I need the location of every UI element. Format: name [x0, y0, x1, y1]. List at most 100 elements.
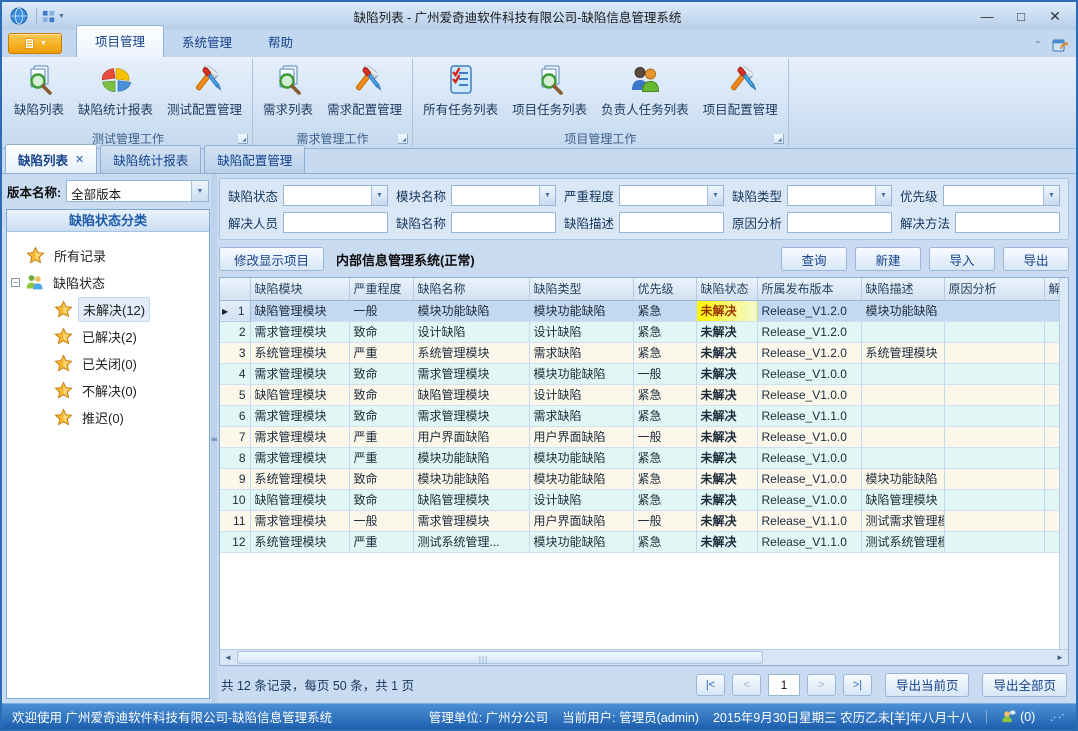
grid-cell[interactable]: 设计缺陷 — [529, 384, 633, 405]
grid-cell[interactable]: 缺陷管理模块 — [861, 489, 944, 510]
grid-cell[interactable]: 模块功能缺陷 — [413, 300, 529, 321]
filter-input[interactable] — [451, 212, 556, 233]
grid-cell[interactable]: 系统管理模块 — [250, 531, 349, 552]
grid-cell[interactable]: 用户界面缺陷 — [529, 426, 633, 447]
doc-tab-2[interactable]: 缺陷统计报表 — [100, 145, 201, 173]
grid-cell[interactable]: 致命 — [349, 468, 413, 489]
filter-input[interactable] — [283, 212, 388, 233]
grid-header-cell[interactable]: 所属发布版本 — [757, 278, 861, 300]
grid-cell[interactable]: 模块功能缺陷 — [413, 447, 529, 468]
ribbon-button[interactable]: 缺陷列表 — [7, 60, 71, 119]
grid-cell[interactable]: 需求管理模块 — [250, 426, 349, 447]
dialog-launcher-icon[interactable] — [774, 134, 784, 144]
grid-cell[interactable]: 需求缺陷 — [529, 342, 633, 363]
horizontal-scrollbar[interactable]: ◄ ||| ► — [220, 649, 1068, 665]
grid-row[interactable]: 7需求管理模块严重用户界面缺陷用户界面缺陷一般未解决Release_V1.0.0 — [220, 426, 1062, 447]
grid-row-header[interactable]: 8 — [220, 447, 250, 468]
grid-row[interactable]: 4需求管理模块致命需求管理模块模块功能缺陷一般未解决Release_V1.0.0 — [220, 363, 1062, 384]
grid-cell[interactable]: 设计缺陷 — [529, 489, 633, 510]
grid-cell[interactable]: 未解决 — [696, 384, 757, 405]
ribbon-button[interactable]: 项目任务列表 — [505, 60, 594, 119]
grid-row[interactable]: 2需求管理模块致命设计缺陷设计缺陷紧急未解决Release_V1.2.0 — [220, 321, 1062, 342]
grid-row[interactable]: 5缺陷管理模块致命缺陷管理模块设计缺陷紧急未解决Release_V1.0.0 — [220, 384, 1062, 405]
minimize-button[interactable]: — — [970, 5, 1004, 27]
grid-row-header[interactable]: ▶1 — [220, 300, 250, 321]
grid-cell[interactable]: 未解决 — [696, 405, 757, 426]
scrollbar-thumb[interactable]: ||| — [237, 651, 763, 664]
grid-cell[interactable]: 设计缺陷 — [529, 321, 633, 342]
ribbon-tab-2[interactable]: 系统管理 — [164, 27, 250, 57]
grid-row[interactable]: 8需求管理模块严重模块功能缺陷模块功能缺陷紧急未解决Release_V1.0.0 — [220, 447, 1062, 468]
quick-access-toolbar[interactable]: ▼ — [41, 9, 65, 24]
grid-row-header[interactable]: 12 — [220, 531, 250, 552]
grid-cell[interactable]: Release_V1.0.0 — [757, 447, 861, 468]
grid-cell[interactable]: 致命 — [349, 405, 413, 426]
grid-row-header[interactable]: 9 — [220, 468, 250, 489]
page-number-input[interactable]: 1 — [768, 674, 800, 696]
grid-cell[interactable]: 需求管理模块 — [250, 510, 349, 531]
grid-cell[interactable]: 需求管理模块 — [413, 363, 529, 384]
grid-cell[interactable]: Release_V1.1.0 — [757, 531, 861, 552]
grid-cell[interactable]: 紧急 — [633, 468, 696, 489]
grid-cell[interactable]: 需求管理模块 — [250, 321, 349, 342]
close-button[interactable]: ✕ — [1038, 5, 1072, 27]
grid-cell[interactable]: 缺陷管理模块 — [250, 300, 349, 321]
ribbon-button[interactable]: 测试配置管理 — [160, 60, 249, 119]
grid-cell[interactable]: 未解决 — [696, 321, 757, 342]
grid-cell[interactable]: 紧急 — [633, 531, 696, 552]
import-button[interactable]: 导入 — [929, 247, 995, 271]
grid-cell[interactable]: 缺陷管理模块 — [413, 489, 529, 510]
chevron-down-icon[interactable]: ▼ — [371, 186, 387, 205]
grid-cell[interactable]: 一般 — [349, 300, 413, 321]
filter-combobox[interactable]: ▼ — [787, 185, 892, 206]
grid-row-header[interactable]: 6 — [220, 405, 250, 426]
grid-cell[interactable]: 模块功能缺陷 — [413, 468, 529, 489]
grid-cell[interactable]: Release_V1.2.0 — [757, 342, 861, 363]
grid-cell[interactable]: 设计缺陷 — [413, 321, 529, 342]
filter-combobox[interactable]: ▼ — [283, 185, 388, 206]
grid-row-header[interactable]: 5 — [220, 384, 250, 405]
tree-item[interactable]: 推迟(0) — [11, 404, 207, 431]
grid-cell[interactable] — [944, 426, 1044, 447]
grid-cell[interactable]: 紧急 — [633, 342, 696, 363]
grid-cell[interactable]: Release_V1.2.0 — [757, 321, 861, 342]
grid-cell[interactable] — [944, 384, 1044, 405]
ribbon-button[interactable]: 所有任务列表 — [416, 60, 505, 119]
doc-tab-1[interactable]: 缺陷列表✕ — [5, 144, 97, 173]
collapse-expander-icon[interactable]: − — [11, 278, 20, 287]
grid-cell[interactable]: 需求管理模块 — [250, 447, 349, 468]
next-page-button[interactable]: > — [807, 674, 836, 696]
grid-header-cell[interactable]: 原因分析 — [944, 278, 1044, 300]
grid-cell[interactable]: 测试系统管理模块... — [861, 531, 944, 552]
tree-item[interactable]: 未解决(12) — [11, 296, 207, 323]
export-current-page-button[interactable]: 导出当前页 — [885, 673, 970, 697]
grid-cell[interactable]: 未解决 — [696, 489, 757, 510]
collapse-ribbon-icon[interactable]: ⌃ — [1034, 40, 1042, 51]
grid-cell[interactable]: Release_V1.0.0 — [757, 468, 861, 489]
grid-header-cell[interactable]: 缺陷模块 — [250, 278, 349, 300]
grid-cell[interactable]: 需求管理模块 — [250, 363, 349, 384]
chevron-down-icon[interactable]: ▼ — [1043, 186, 1059, 205]
grid-cell[interactable]: 需求管理模块 — [413, 405, 529, 426]
grid-header-cell[interactable]: 优先级 — [633, 278, 696, 300]
tree-item[interactable]: 不解决(0) — [11, 377, 207, 404]
ribbon-button[interactable]: 负责人任务列表 — [594, 60, 696, 119]
grid-cell[interactable]: 测试需求管理模块 — [861, 510, 944, 531]
grid-row-header[interactable]: 3 — [220, 342, 250, 363]
online-users-indicator[interactable]: (0) — [1001, 709, 1035, 724]
tree-item[interactable]: 所有记录 — [11, 242, 207, 269]
grid-cell[interactable]: 严重 — [349, 342, 413, 363]
grid-header-cell[interactable]: 缺陷类型 — [529, 278, 633, 300]
close-icon[interactable]: ✕ — [75, 153, 84, 166]
chevron-down-icon[interactable]: ▼ — [539, 186, 555, 205]
grid-header-cell[interactable] — [220, 278, 250, 300]
grid-cell[interactable]: 一般 — [349, 510, 413, 531]
tree-item[interactable]: −缺陷状态 — [11, 269, 207, 296]
grid-header-cell[interactable]: 严重程度 — [349, 278, 413, 300]
grid-cell[interactable]: Release_V1.0.0 — [757, 363, 861, 384]
grid-cell[interactable] — [944, 510, 1044, 531]
export-button[interactable]: 导出 — [1003, 247, 1069, 271]
grid-row-header[interactable]: 10 — [220, 489, 250, 510]
grid-cell[interactable]: 致命 — [349, 321, 413, 342]
ribbon-tab-1[interactable]: 项目管理 — [76, 25, 164, 57]
